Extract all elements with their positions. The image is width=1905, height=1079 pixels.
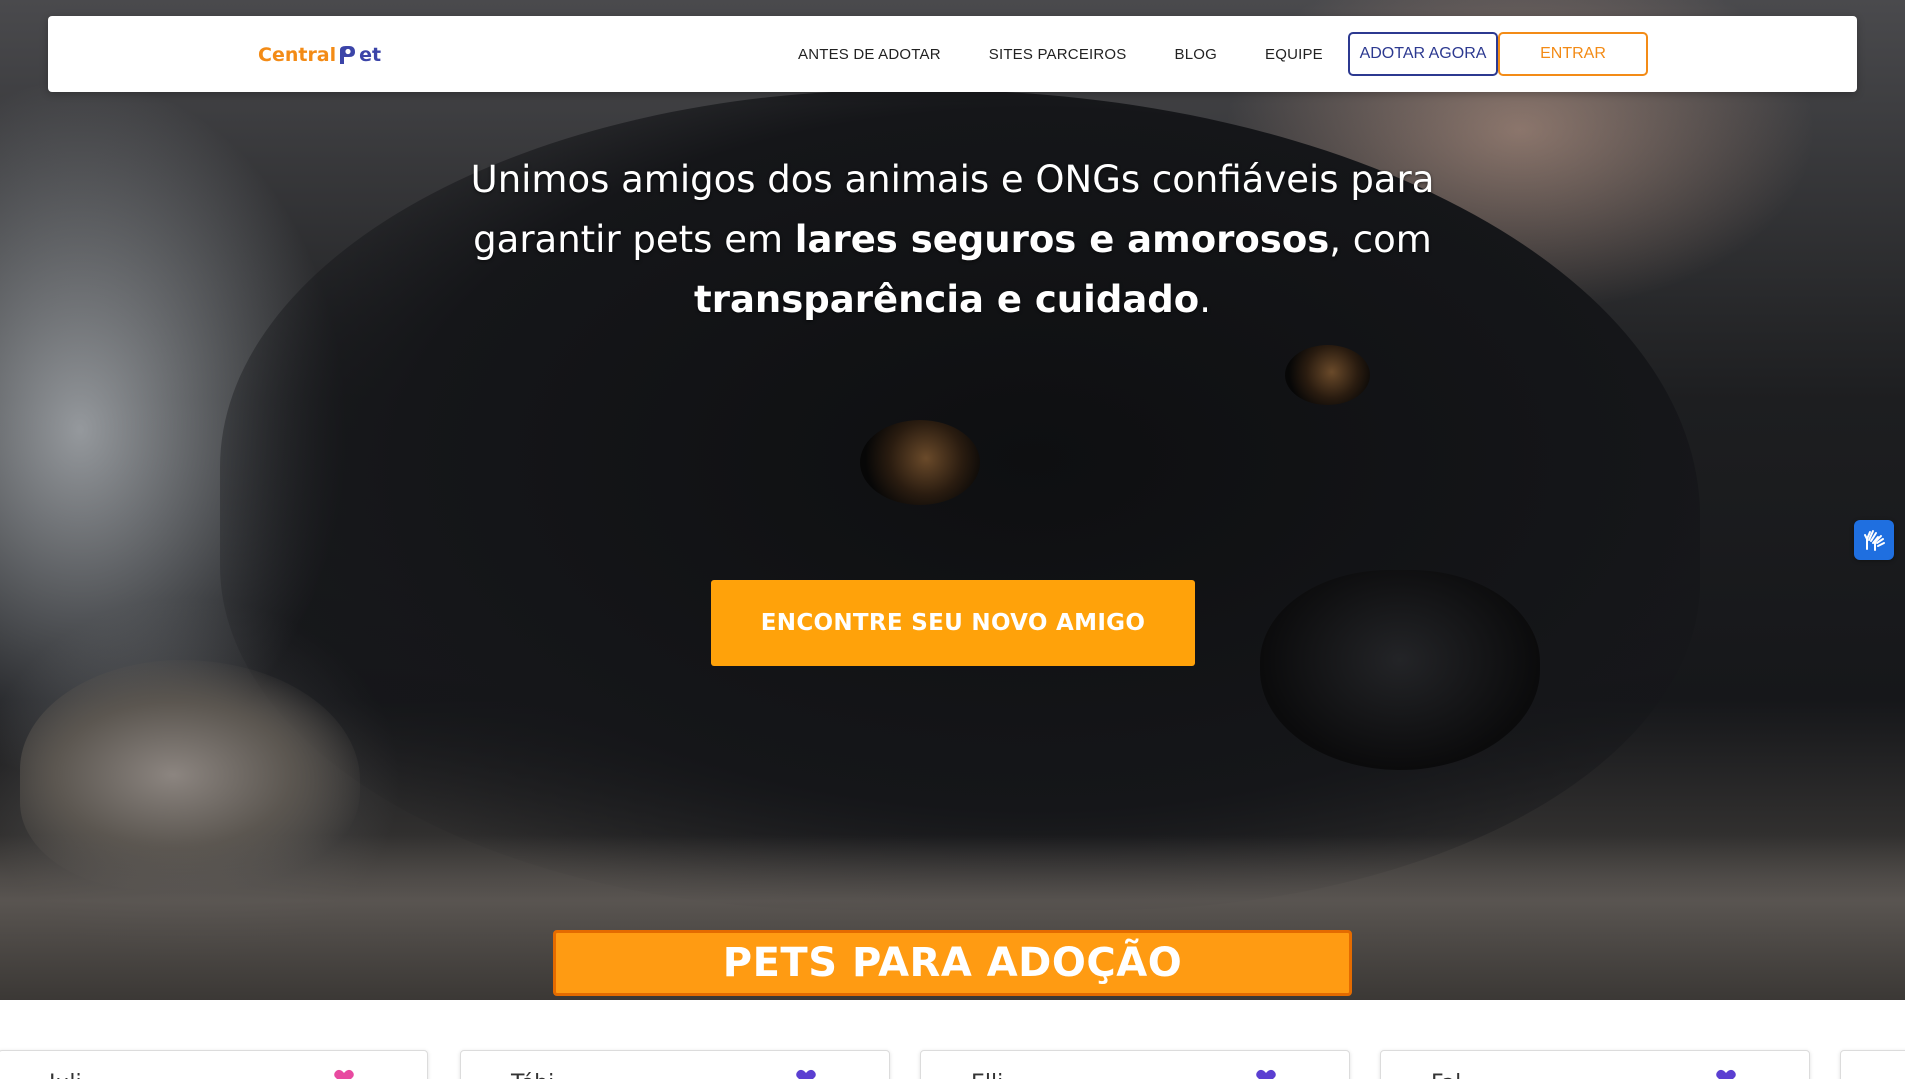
hero-tagline-line1: Unimos amigos dos animais e ONGs confiáv… bbox=[470, 158, 1435, 201]
pet-card[interactable]: Juli bbox=[0, 1050, 428, 1079]
pet-name: Fal bbox=[1431, 1071, 1461, 1079]
section-title-pets-for-adoption: PETS PARA ADOÇÃO bbox=[553, 930, 1352, 996]
hero-line3-bold: transparência e cuidado bbox=[694, 278, 1200, 321]
pet-card[interactable]: Elli bbox=[920, 1050, 1350, 1079]
pet-card[interactable]: Fal bbox=[1380, 1050, 1810, 1079]
favorite-heart-icon[interactable] bbox=[1255, 1069, 1277, 1079]
login-button[interactable]: ENTRAR bbox=[1498, 32, 1648, 76]
hero-line2-end: , com bbox=[1329, 218, 1432, 261]
top-navbar: Central et ANTES DE ADOTAR SITES PARCEIR… bbox=[48, 16, 1857, 92]
dog-eye-left bbox=[860, 420, 980, 505]
pet-card[interactable]: Tóbi bbox=[460, 1050, 890, 1079]
logo-text-et: et bbox=[359, 44, 382, 66]
hero-tagline-line3: transparência e cuidado. bbox=[420, 270, 1485, 330]
hero-line3-end: . bbox=[1199, 278, 1211, 321]
sign-language-widget-button[interactable] bbox=[1854, 520, 1894, 560]
nav-link-equipe[interactable]: EQUIPE bbox=[1265, 46, 1323, 63]
site-logo[interactable]: Central et bbox=[258, 40, 381, 70]
nav-link-blog[interactable]: BLOG bbox=[1175, 46, 1217, 63]
dog-nose bbox=[1260, 570, 1540, 770]
favorite-heart-icon[interactable] bbox=[1715, 1069, 1737, 1079]
pet-name: Juli bbox=[49, 1071, 82, 1079]
pet-name: Elli bbox=[971, 1071, 1003, 1079]
hero-tagline: Unimos amigos dos animais e ONGs confiáv… bbox=[420, 150, 1485, 330]
pet-card-partial[interactable] bbox=[1840, 1050, 1905, 1079]
hero-line2-bold: lares seguros e amorosos bbox=[794, 218, 1330, 261]
nav-link-sites-parceiros[interactable]: SITES PARCEIROS bbox=[989, 46, 1127, 63]
pet-name: Tóbi bbox=[511, 1071, 554, 1079]
nav-links: ANTES DE ADOTAR SITES PARCEIROS BLOG EQU… bbox=[798, 16, 1371, 92]
nav-link-antes-de-adotar[interactable]: ANTES DE ADOTAR bbox=[798, 46, 941, 63]
find-new-friend-button[interactable]: ENCONTRE SEU NOVO AMIGO bbox=[711, 580, 1195, 666]
dog-eye-right bbox=[1285, 345, 1370, 405]
pet-cards-row: Juli Tóbi Elli Fal bbox=[0, 1000, 1905, 1079]
sign-language-hands-icon bbox=[1864, 530, 1885, 551]
logo-paw-mark: et bbox=[336, 44, 381, 66]
logo-text-central: Central bbox=[258, 44, 337, 66]
favorite-heart-icon[interactable] bbox=[333, 1069, 355, 1079]
hero-line2-text: garantir pets em bbox=[473, 218, 795, 261]
hero-tagline-line2: garantir pets em lares seguros e amoroso… bbox=[420, 210, 1485, 270]
paw-p-icon bbox=[340, 46, 356, 64]
favorite-heart-icon[interactable] bbox=[795, 1069, 817, 1079]
adopt-now-button[interactable]: ADOTAR AGORA bbox=[1348, 32, 1498, 76]
